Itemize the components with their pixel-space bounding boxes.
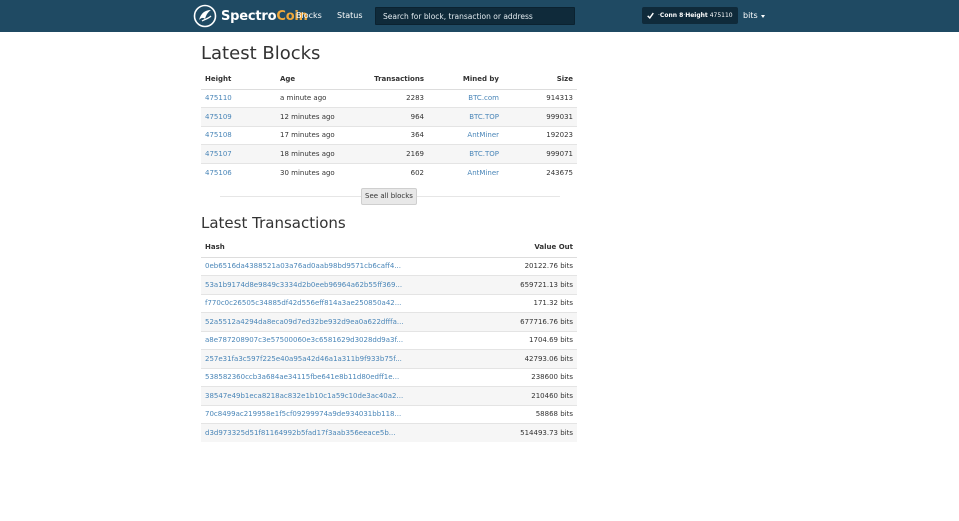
block-row: 475109 12 minutes ago 964 BTC.TOP 999031 [201, 107, 577, 126]
block-age: 12 minutes ago [276, 107, 356, 126]
tx-row: 538582360ccb3a684ae34115fbe641e8b11d80ed… [201, 367, 577, 387]
latest-transactions-heading: Latest Transactions [201, 214, 346, 232]
block-size: 243675 [503, 162, 577, 182]
brand-link[interactable]: SpectroCoin [193, 3, 308, 29]
latest-blocks-table: Height Age Transactions Mined by Size 47… [201, 69, 577, 182]
latest-transactions-table: Hash Value Out 0eb6516da4388521a03a76ad0… [201, 237, 577, 442]
block-row: 475106 30 minutes ago 602 AntMiner 24367… [201, 162, 577, 182]
units-label: bits [743, 11, 758, 20]
tx-value-out: 20122.76 bits [467, 256, 577, 276]
block-miner-link[interactable]: AntMiner [467, 131, 499, 139]
tx-hash-link[interactable]: 38547e49b1eca8218ac832e1b10c1a59c10de3ac… [205, 392, 403, 400]
col-age: Age [276, 69, 356, 90]
height-value: 475110 [709, 12, 733, 19]
block-height-link[interactable]: 475106 [205, 169, 232, 177]
tx-row: d3d973325d51f81164992b5fad17f3aab356eeac… [201, 423, 577, 442]
block-size: 999071 [503, 144, 577, 163]
tx-hash-link[interactable]: 52a5512a4294da8eca09d7ed32be932d9ea0a622… [205, 318, 404, 326]
tx-hash-link[interactable]: 0eb6516da4388521a03a76ad0aab98bd9571cb6c… [205, 262, 401, 270]
tx-value-out: 514493.73 bits [467, 423, 577, 442]
tx-row: f770c0c26505c34885df42d556eff814a3ae2508… [201, 293, 577, 313]
block-row: 475107 18 minutes ago 2169 BTC.TOP 99907… [201, 144, 577, 163]
tx-value-out: 238600 bits [467, 367, 577, 387]
caret-down-icon [760, 14, 765, 18]
block-height-link[interactable]: 475109 [205, 113, 232, 121]
block-miner-link[interactable]: BTC.com [468, 94, 499, 102]
tx-value-out: 210460 bits [467, 386, 577, 405]
tx-row: 0eb6516da4388521a03a76ad0aab98bd9571cb6c… [201, 256, 577, 276]
block-miner-link[interactable]: AntMiner [467, 169, 499, 177]
search-input[interactable] [375, 7, 575, 25]
block-height-link[interactable]: 475107 [205, 150, 232, 158]
brand-name: SpectroCoin [221, 8, 308, 24]
col-size: Size [503, 69, 577, 90]
tx-row: 53a1b9174d8e9849c3334d2b0eeb96964a62b55f… [201, 275, 577, 294]
tx-value-out: 58868 bits [467, 404, 577, 424]
tx-header-row: Hash Value Out [201, 237, 577, 258]
tx-row: a8e787208907c3e57500060e3c6581629d3028dd… [201, 330, 577, 350]
height-label: Height [685, 12, 708, 19]
tx-value-out: 42793.06 bits [467, 349, 577, 368]
tx-value-out: 659721.13 bits [467, 275, 577, 294]
block-row: 475108 17 minutes ago 364 AntMiner 19202… [201, 125, 577, 145]
block-tx-count: 964 [356, 107, 428, 126]
col-value-out: Value Out [467, 237, 577, 258]
spectrocoin-logo-icon [193, 4, 217, 28]
block-height-link[interactable]: 475108 [205, 131, 232, 139]
tx-hash-link[interactable]: 53a1b9174d8e9849c3334d2b0eeb96964a62b55f… [205, 281, 402, 289]
nav-status-link[interactable]: Status [337, 0, 363, 32]
tx-hash-link[interactable]: a8e787208907c3e57500060e3c6581629d3028dd… [205, 336, 403, 344]
tx-hash-link[interactable]: 70c8499ac219958e1f5cf09299974a9de934031b… [205, 410, 401, 418]
tx-row: 38547e49b1eca8218ac832e1b10c1a59c10de3ac… [201, 386, 577, 405]
units-dropdown[interactable]: bits [743, 0, 765, 32]
check-icon [647, 12, 654, 19]
block-age: 30 minutes ago [276, 162, 356, 182]
latest-blocks-heading: Latest Blocks [201, 43, 321, 64]
tx-row: 52a5512a4294da8eca09d7ed32be932d9ea0a622… [201, 312, 577, 331]
connection-status-badge[interactable]: · Conn 8 · Height 475110 [642, 7, 738, 24]
tx-value-out: 171.32 bits [467, 293, 577, 313]
tx-value-out: 1704.69 bits [467, 330, 577, 350]
block-height-link[interactable]: 475110 [205, 94, 232, 102]
tx-hash-link[interactable]: 538582360ccb3a684ae34115fbe641e8b11d80ed… [205, 373, 399, 381]
block-tx-count: 602 [356, 162, 428, 182]
col-mined-by: Mined by [428, 69, 503, 90]
tx-row: 70c8499ac219958e1f5cf09299974a9de934031b… [201, 404, 577, 424]
see-all-blocks-button[interactable]: See all blocks [361, 188, 417, 205]
tx-hash-link[interactable]: 257e31fa3c597f225e40a95a42d46a1a311b9f93… [205, 355, 402, 363]
block-size: 192023 [503, 125, 577, 145]
col-height: Height [201, 69, 276, 90]
tx-hash-link[interactable]: f770c0c26505c34885df42d556eff814a3ae2508… [205, 299, 401, 307]
blocks-header-row: Height Age Transactions Mined by Size [201, 69, 577, 90]
nav-blocks-link[interactable]: Blocks [296, 0, 322, 32]
block-row: 475110 a minute ago 2283 BTC.com 914313 [201, 88, 577, 108]
block-age: 18 minutes ago [276, 144, 356, 163]
tx-row: 257e31fa3c597f225e40a95a42d46a1a311b9f93… [201, 349, 577, 368]
block-miner-link[interactable]: BTC.TOP [469, 113, 499, 121]
block-tx-count: 364 [356, 125, 428, 145]
col-hash: Hash [201, 237, 467, 258]
top-navbar: SpectroCoin Blocks Status · Conn 8 · Hei… [0, 0, 959, 32]
block-miner-link[interactable]: BTC.TOP [469, 150, 499, 158]
block-age: 17 minutes ago [276, 125, 356, 145]
tx-value-out: 677716.76 bits [467, 312, 577, 331]
block-tx-count: 2283 [356, 88, 428, 108]
block-tx-count: 2169 [356, 144, 428, 163]
conn-count: Conn 8 [659, 12, 684, 19]
tx-hash-link[interactable]: d3d973325d51f81164992b5fad17f3aab356eeac… [205, 429, 395, 437]
block-size: 999031 [503, 107, 577, 126]
block-age: a minute ago [276, 88, 356, 108]
col-transactions: Transactions [356, 69, 428, 90]
block-size: 914313 [503, 88, 577, 108]
